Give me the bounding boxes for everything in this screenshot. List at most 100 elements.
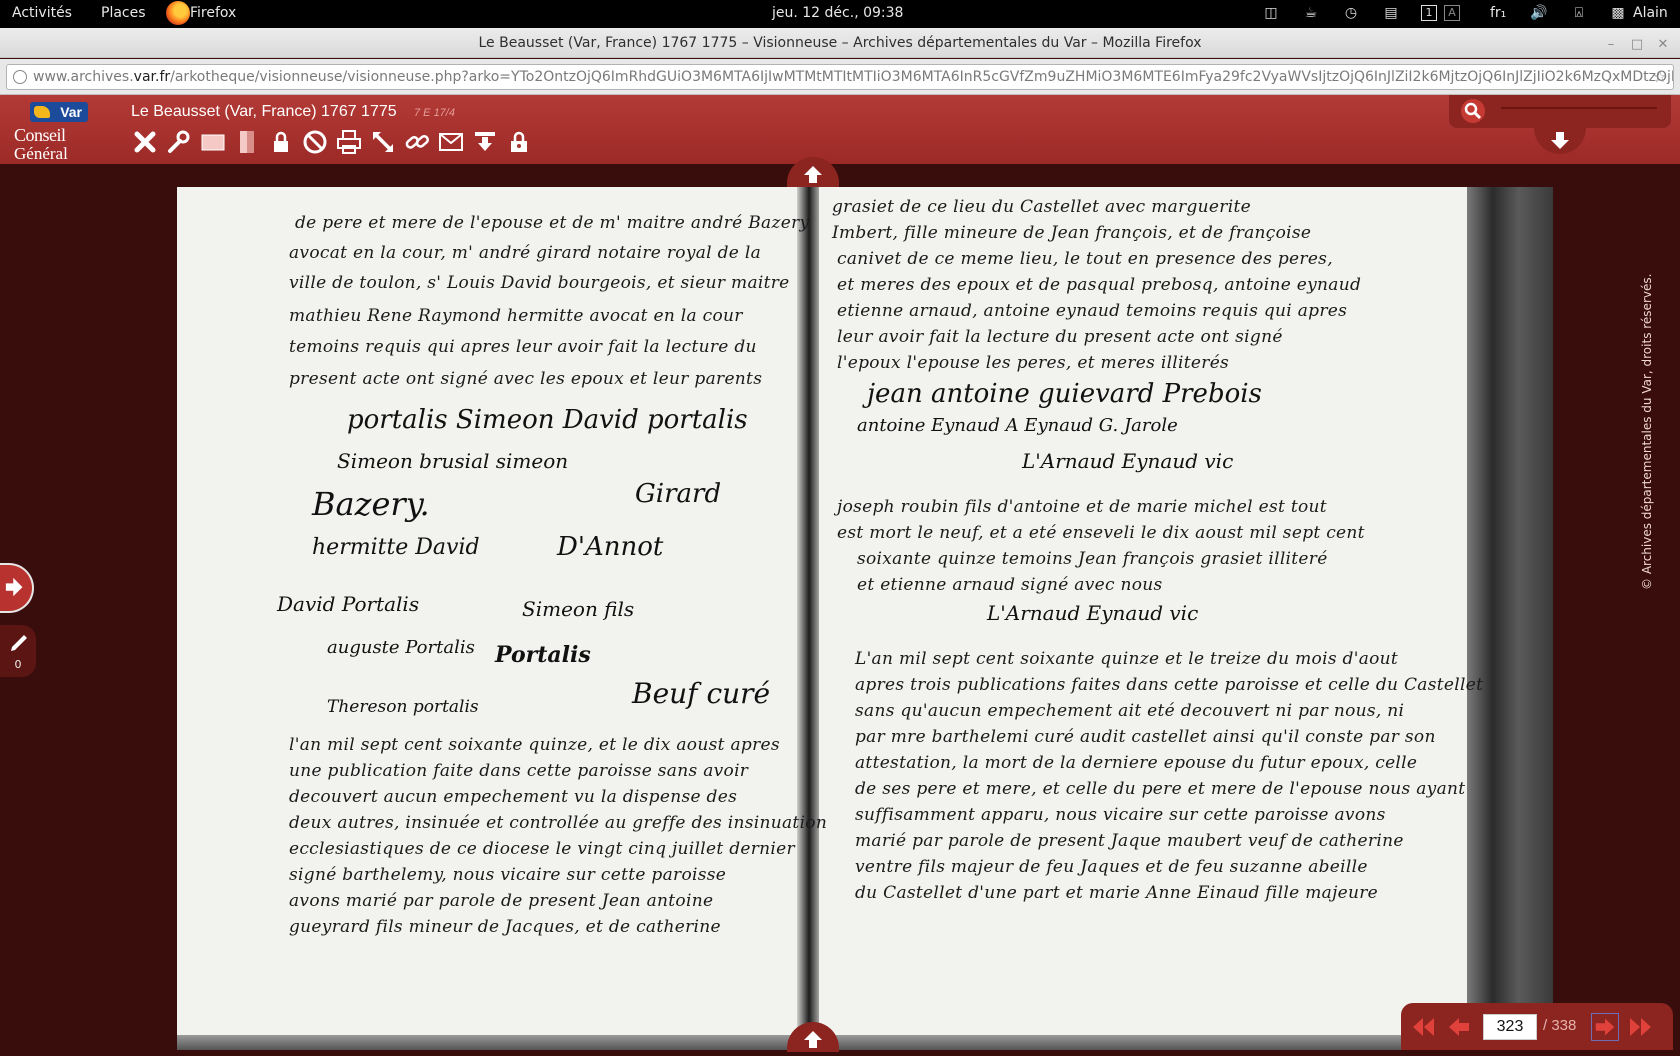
places-menu[interactable]: Places	[101, 5, 146, 21]
bookmark-star-icon[interactable]: ☆	[1653, 65, 1667, 89]
print-icon	[337, 130, 361, 154]
signature: auguste Portalis	[327, 637, 475, 658]
signature: D'Annot	[557, 532, 664, 562]
link-icon	[405, 135, 429, 149]
forbidden-tool[interactable]	[301, 128, 329, 156]
signature: Beuf curé	[632, 677, 771, 710]
signature: Portalis	[495, 642, 591, 668]
close-window-icon[interactable]: ✕	[1652, 35, 1674, 55]
wired-network-icon[interactable]: ⍓	[1570, 4, 1588, 22]
lock-icon	[274, 131, 288, 152]
workspace-1-icon[interactable]: 1	[1421, 5, 1437, 21]
previous-page-top-button[interactable]	[787, 157, 839, 187]
zoom-slider[interactable]	[1501, 107, 1657, 109]
network-icon[interactable]: ▤	[1382, 4, 1400, 22]
print-tool[interactable]	[335, 128, 363, 156]
window-controls: – □ ✕	[1596, 33, 1674, 55]
page-total: / 338	[1543, 1017, 1577, 1034]
signature: Bazery.	[312, 485, 430, 523]
handwriting-line: soixante quinze temoins Jean françois gr…	[857, 549, 1328, 569]
first-page-button[interactable]	[1409, 1013, 1437, 1041]
link-tool[interactable]	[403, 128, 431, 156]
handwriting-line: marié par parole de present Jaque mauber…	[855, 831, 1404, 851]
signature: Simeon fils	[522, 597, 635, 621]
app-menu[interactable]: Firefox	[190, 5, 236, 21]
activities-button[interactable]: Activités	[12, 5, 72, 21]
handwriting-line: L'an mil sept cent soixante quinze et le…	[855, 649, 1399, 669]
cup-icon[interactable]: ☕	[1302, 4, 1320, 22]
signature: Simeon brusial simeon	[337, 449, 569, 473]
next-page-button[interactable]	[1591, 1013, 1619, 1041]
arrow-right-icon	[5, 577, 23, 597]
maximize-icon[interactable]: □	[1626, 35, 1648, 55]
url-bar[interactable]: www.archives.var.fr/arkotheque/visionneu…	[6, 64, 1674, 90]
unlock-icon	[511, 131, 527, 152]
clock[interactable]: jeu. 12 déc., 09:38	[772, 5, 903, 21]
document-page-image[interactable]: de pere et mere de l'epouse et de m' mai…	[177, 187, 1553, 1050]
single-page-icon	[240, 131, 254, 153]
arrow-up-icon	[804, 1031, 822, 1048]
url-domain: var.fr	[133, 69, 171, 85]
handwriting-line: suffisamment apparu, nous vicaire sur ce…	[855, 805, 1386, 825]
wrench-icon	[168, 130, 190, 153]
handwriting-line: du Castellet d'une part et marie Anne Ei…	[855, 883, 1379, 903]
logo-line2: Général	[14, 144, 68, 163]
book-spine	[797, 187, 819, 1050]
trash-icon[interactable]: ◫	[1262, 4, 1280, 22]
volume-icon[interactable]: 🔊	[1530, 4, 1548, 22]
side-panel-toggle[interactable]	[0, 563, 34, 613]
user-icon[interactable]: ▩	[1609, 4, 1627, 22]
page-edge	[1467, 187, 1553, 1050]
arrow-up-icon	[804, 166, 822, 183]
double-arrow-right-icon	[1630, 1018, 1651, 1036]
minimize-icon[interactable]: –	[1600, 35, 1622, 55]
unlock-tool[interactable]	[505, 128, 533, 156]
handwriting-line: de ses pere et mere, et celle du pere et…	[855, 779, 1466, 799]
handwriting-line: etienne arnaud, antoine eynaud temoins r…	[837, 301, 1348, 321]
handwriting-line: par mre barthelemi curé audit castellet …	[855, 727, 1436, 747]
arrow-right-icon	[1595, 1018, 1615, 1036]
double-page-icon	[201, 134, 225, 151]
handwriting-line: attestation, la mort de la derniere epou…	[855, 753, 1418, 773]
signature: hermitte David	[312, 535, 480, 560]
input-language[interactable]: fr₁	[1490, 5, 1506, 21]
pagination-bar: 323 / 338	[1401, 1003, 1673, 1050]
signature: L'Arnaud Eynaud vic	[987, 601, 1199, 625]
annotations-tab[interactable]: 0	[0, 625, 36, 677]
forbidden-icon	[303, 130, 327, 154]
viewer-header: Var Conseil Général Le Beausset (Var, Fr…	[0, 95, 1680, 164]
lock-tool[interactable]	[267, 128, 295, 156]
clock-icon[interactable]: ◷	[1342, 4, 1360, 22]
handwriting-line: present acte ont signé avec les epoux et…	[289, 369, 763, 389]
download-tool[interactable]	[471, 128, 499, 156]
user-menu[interactable]: Alain	[1633, 5, 1668, 21]
email-tool[interactable]	[437, 128, 465, 156]
keyboard-a-icon[interactable]: A	[1444, 5, 1460, 21]
handwriting-line: ventre fils majeur de feu Jaques et de f…	[855, 857, 1368, 877]
pencil-icon	[11, 635, 27, 651]
handwriting-line: l'an mil sept cent soixante quinze, et l…	[289, 735, 780, 755]
handwriting-line: une publication faite dans cette paroiss…	[289, 761, 749, 781]
url-path: /arkotheque/visionneuse/visionneuse.php?…	[170, 69, 1674, 85]
var-badge: Var	[30, 102, 88, 122]
collapse-panel-button[interactable]	[1534, 128, 1586, 154]
last-page-button[interactable]	[1627, 1013, 1655, 1041]
adjust-tool[interactable]	[165, 128, 193, 156]
page-number-input[interactable]: 323	[1483, 1014, 1537, 1040]
previous-page-button[interactable]	[1445, 1013, 1473, 1041]
download-icon	[475, 132, 495, 151]
signature: Thereson portalis	[327, 697, 479, 717]
handwriting-line: est mort le neuf, et a eté enseveli le d…	[837, 523, 1365, 543]
fullscreen-tool[interactable]	[369, 128, 397, 156]
single-page-tool[interactable]	[233, 128, 261, 156]
firefox-icon	[166, 1, 190, 25]
handwriting-line: et meres des epoux et de pasqual prebosq…	[837, 275, 1362, 295]
zoom-magnifier-icon[interactable]	[1461, 99, 1485, 123]
handwriting-line: joseph roubin fils d'antoine et de marie…	[837, 497, 1327, 517]
close-tool[interactable]	[131, 128, 159, 156]
double-page-tool[interactable]	[199, 128, 227, 156]
previous-page-bottom-button[interactable]	[787, 1022, 839, 1052]
handwriting-line: grasiet de ce lieu du Castellet avec mar…	[832, 197, 1251, 217]
document-title: Le Beausset (Var, France) 1767 1775	[131, 103, 397, 120]
navigation-toolbar: www.archives.var.fr/arkotheque/visionneu…	[0, 59, 1680, 95]
